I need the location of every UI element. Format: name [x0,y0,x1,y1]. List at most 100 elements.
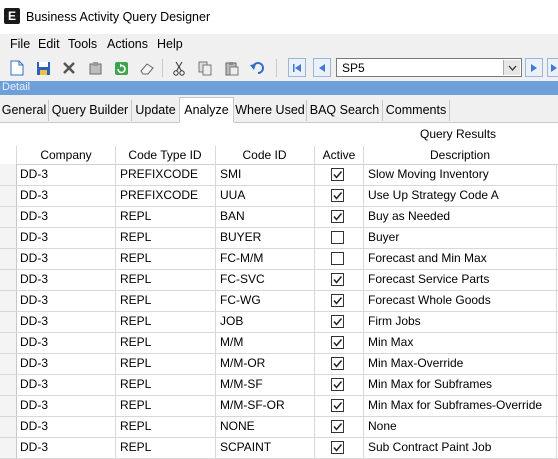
active-checkbox[interactable] [331,357,344,370]
cell-description[interactable]: Min Max for Subframes [368,377,492,391]
cell-description[interactable]: Buy as Needed [368,209,450,223]
cell-description[interactable]: Min Max for Subframes-Override [368,398,542,412]
active-checkbox[interactable] [331,315,344,328]
cell-code-id[interactable]: NONE [220,419,255,433]
table-row[interactable]: DD-3 REPL M/M-OR Min Max-Override [0,353,558,375]
cell-code-id[interactable]: FC-WG [220,293,261,307]
active-checkbox[interactable] [331,399,344,412]
active-checkbox[interactable] [331,252,344,265]
cell-description[interactable]: Firm Jobs [368,314,421,328]
menu-help[interactable]: Help [157,37,183,51]
cell-code-id[interactable]: M/M-OR [220,356,265,370]
cell-code-type-id[interactable]: PREFIXCODE [120,188,198,202]
table-row[interactable]: DD-3 PREFIXCODE UUA Use Up Strategy Code A [0,185,558,207]
table-row[interactable]: DD-3 REPL M/M-SF Min Max for Subframes [0,374,558,396]
active-checkbox[interactable] [331,231,344,244]
save-icon[interactable] [34,59,52,77]
cell-code-type-id[interactable]: REPL [120,377,151,391]
cell-company[interactable]: DD-3 [20,398,48,412]
paste-icon[interactable] [222,59,240,77]
cell-description[interactable]: Min Max [368,335,413,349]
cell-code-id[interactable]: BAN [220,209,245,223]
table-row[interactable]: DD-3 PREFIXCODE SMI Slow Moving Inventory [0,164,558,186]
cell-code-id[interactable]: FC-M/M [220,251,263,265]
cell-code-id[interactable]: M/M-SF [220,377,263,391]
cell-company[interactable]: DD-3 [20,209,48,223]
menu-actions[interactable]: Actions [107,37,148,51]
next-record-button[interactable] [525,58,543,77]
column-header-code-type-id[interactable]: Code Type ID [116,148,214,162]
cell-description[interactable]: Slow Moving Inventory [368,167,489,181]
cell-description[interactable]: Forecast Whole Goods [368,293,491,307]
cell-company[interactable]: DD-3 [20,272,48,286]
tab-baq-search[interactable]: BAQ Search [307,100,383,121]
table-row[interactable]: DD-3 REPL FC-SVC Forecast Service Parts [0,269,558,291]
cell-description[interactable]: Use Up Strategy Code A [368,188,499,202]
cell-company[interactable]: DD-3 [20,377,48,391]
new-document-icon[interactable] [8,59,26,77]
cell-code-id[interactable]: M/M-SF-OR [220,398,285,412]
cell-code-id[interactable]: M/M [220,335,243,349]
cell-code-id[interactable]: SMI [220,167,241,181]
chevron-down-icon[interactable] [503,60,520,75]
menu-edit[interactable]: Edit [38,37,60,51]
table-row[interactable]: DD-3 REPL SCPAINT Sub Contract Paint Job [0,437,558,459]
table-row[interactable]: DD-3 REPL FC-M/M Forecast and Min Max [0,248,558,270]
cell-code-type-id[interactable]: REPL [120,419,151,433]
cell-code-type-id[interactable]: REPL [120,440,151,454]
menu-file[interactable]: File [10,37,30,51]
table-row[interactable]: DD-3 REPL BAN Buy as Needed [0,206,558,228]
cell-company[interactable]: DD-3 [20,419,48,433]
cell-code-type-id[interactable]: REPL [120,251,151,265]
eraser-icon[interactable] [138,59,156,77]
cell-company[interactable]: DD-3 [20,356,48,370]
active-checkbox[interactable] [331,273,344,286]
cell-code-id[interactable]: UUA [220,188,245,202]
cut-icon[interactable] [170,59,188,77]
cell-code-id[interactable]: SCPAINT [220,440,271,454]
cell-company[interactable]: DD-3 [20,230,48,244]
column-header-company[interactable]: Company [17,148,115,162]
column-header-active[interactable]: Active [315,148,363,162]
query-id-combobox[interactable]: SP5 [336,58,522,77]
column-header-code-id[interactable]: Code ID [216,148,313,162]
cell-description[interactable]: None [368,419,397,433]
active-checkbox[interactable] [331,420,344,433]
tab-query-builder[interactable]: Query Builder [49,100,132,121]
table-row[interactable]: DD-3 REPL JOB Firm Jobs [0,311,558,333]
active-checkbox[interactable] [331,210,344,223]
menu-tools[interactable]: Tools [68,37,97,51]
tab-where-used[interactable]: Where Used [234,100,307,121]
active-checkbox[interactable] [331,294,344,307]
first-record-button[interactable] [288,58,306,77]
cell-description[interactable]: Sub Contract Paint Job [368,440,491,454]
cell-code-id[interactable]: BUYER [220,230,261,244]
table-row[interactable]: DD-3 REPL BUYER Buyer [0,227,558,249]
cell-code-type-id[interactable]: REPL [120,230,151,244]
cell-code-type-id[interactable]: PREFIXCODE [120,167,198,181]
cell-code-type-id[interactable]: REPL [120,335,151,349]
tab-comments[interactable]: Comments [383,100,450,121]
cell-description[interactable]: Forecast and Min Max [368,251,487,265]
active-checkbox[interactable] [331,378,344,391]
cell-company[interactable]: DD-3 [20,314,48,328]
cell-code-type-id[interactable]: REPL [120,209,151,223]
cell-company[interactable]: DD-3 [20,335,48,349]
cell-code-type-id[interactable]: REPL [120,398,151,412]
cell-code-id[interactable]: FC-SVC [220,272,265,286]
column-header-description[interactable]: Description [364,148,556,162]
table-row[interactable]: DD-3 REPL M/M Min Max [0,332,558,354]
tab-analyze[interactable]: Analyze [179,97,234,123]
active-checkbox[interactable] [331,189,344,202]
tab-general[interactable]: General [0,100,49,121]
active-checkbox[interactable] [331,336,344,349]
cell-code-type-id[interactable]: REPL [120,293,151,307]
cell-description[interactable]: Min Max-Override [368,356,463,370]
active-checkbox[interactable] [331,441,344,454]
cell-company[interactable]: DD-3 [20,251,48,265]
cell-description[interactable]: Buyer [368,230,399,244]
copy-icon[interactable] [196,59,214,77]
previous-record-button[interactable] [313,58,331,77]
cell-company[interactable]: DD-3 [20,188,48,202]
undo-icon[interactable] [248,59,266,77]
